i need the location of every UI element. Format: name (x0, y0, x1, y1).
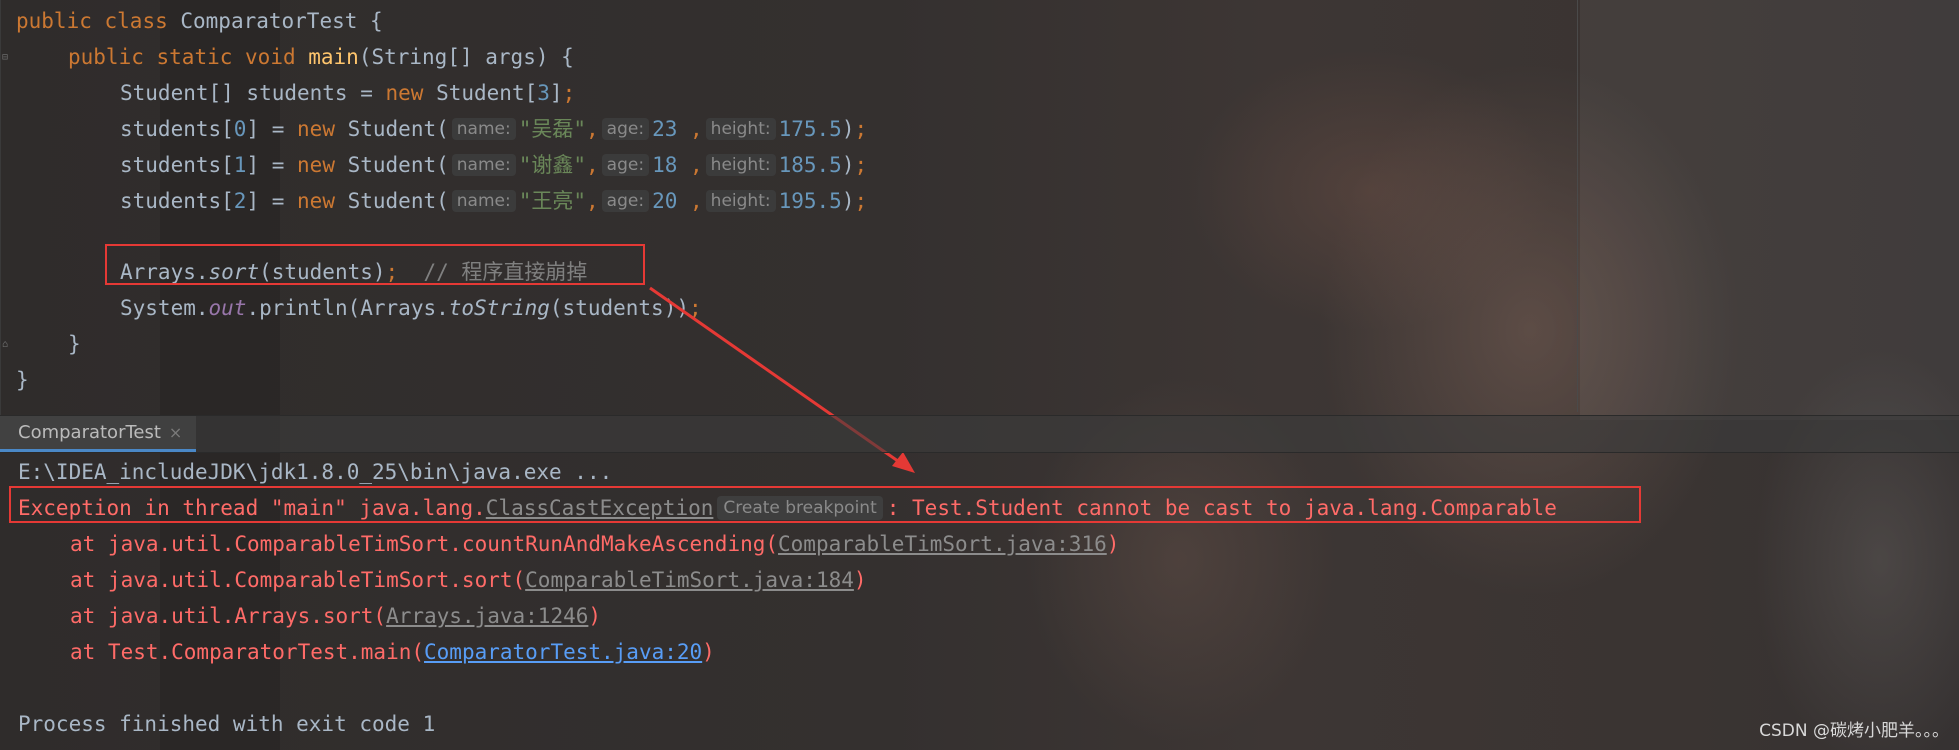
tab-comparatortest[interactable]: ComparatorTest × (0, 416, 197, 452)
run-tool-window-tabbar: ComparatorTest × (0, 415, 1959, 453)
console-command-line: E:\IDEA_includeJDK\jdk1.8.0_25\bin\java.… (18, 460, 613, 484)
stack-frame-text: at java.util.ComparableTimSort.sort( (70, 568, 526, 592)
stack-trace-line: at java.util.Arrays.sort(Arrays.java:124… (70, 598, 601, 634)
watermark-text: CSDN @碳烤小肥羊。。。 (1759, 721, 1949, 741)
stack-frame-suffix: ) (702, 640, 715, 664)
highlight-box-exception (9, 486, 1641, 523)
stack-frame-text: at Test.ComparatorTest.main( (70, 640, 425, 664)
stack-frame-link[interactable]: Arrays.java:1246 (386, 604, 588, 628)
stack-frame-suffix: ) (588, 604, 602, 628)
stack-frame-link[interactable]: ComparatorTest.java:20 (424, 640, 702, 664)
stack-frame-suffix: ) (853, 568, 867, 592)
stack-frame-text: at java.util.Arrays.sort( (70, 604, 387, 628)
stack-frame-suffix: ) (1106, 532, 1120, 556)
process-exit-line: Process finished with exit code 1 (18, 712, 436, 736)
stack-frame-text: at java.util.ComparableTimSort.countRunA… (70, 532, 779, 556)
stack-frame-link[interactable]: ComparableTimSort.java:316 (778, 532, 1107, 556)
stack-trace-line: at java.util.ComparableTimSort.countRunA… (70, 526, 1119, 562)
stack-trace-line: at java.util.ComparableTimSort.sort(Comp… (70, 562, 867, 598)
close-icon[interactable]: × (169, 423, 182, 442)
stack-trace-line: at Test.ComparatorTest.main(ComparatorTe… (70, 634, 715, 670)
stack-frame-link[interactable]: ComparableTimSort.java:184 (525, 568, 854, 592)
tab-label: ComparatorTest (18, 422, 161, 443)
